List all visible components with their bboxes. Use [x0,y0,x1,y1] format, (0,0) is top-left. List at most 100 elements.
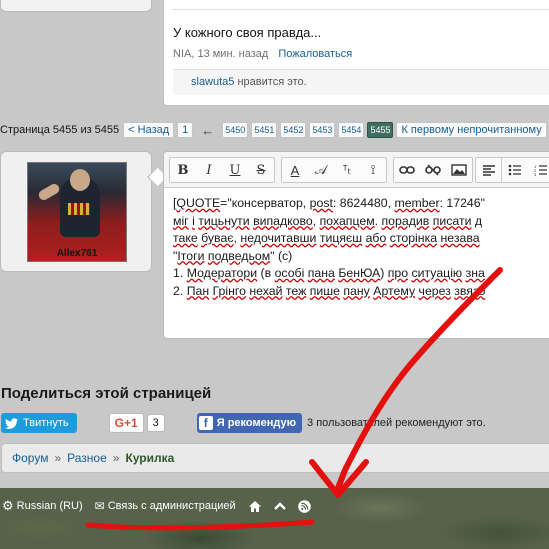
reply-editor[interactable]: B I U S A 𝒜 ᵀₜ ⟟ 1 2 3 [QUOTE="консерват… [163,151,549,339]
page-button[interactable]: 5452 [280,122,307,138]
strikethrough-button[interactable]: S [248,158,274,182]
font-family-icon[interactable]: 𝒜 [308,158,334,182]
avatar-name: Allex761 [56,248,98,259]
contact-link[interactable]: ✉ Связь с администрацией [95,499,236,513]
breadcrumb: Форум » Разное » Курилка [1,443,549,473]
editor-line: "Ітоги подведьом" (с) [173,248,293,263]
language-label: Russian (RU) [16,500,83,512]
misspelled-word: Артему [373,283,416,298]
misspelled-word: тицяєш [319,231,363,245]
image-icon[interactable] [446,158,472,182]
post-divider [172,9,549,10]
misspelled-word: ситуацію [411,266,463,280]
unlink-icon[interactable] [420,158,446,182]
facebook-icon: f [198,416,213,430]
misspelled-word: Ітоги [177,248,205,263]
align-left-icon[interactable] [476,158,502,182]
envelope-icon: ✉ [94,499,105,513]
underline-button[interactable]: U [222,158,248,182]
misspelled-word: зна [465,266,485,280]
breadcrumb-current[interactable]: Курилка [125,451,174,465]
misspelled-word: Грінго [212,283,246,298]
misspelled-word: теж [285,283,307,298]
tweet-button[interactable]: Твитнуть [1,413,77,433]
facebook-count-text: 3 пользователей рекомендуют это. [307,417,486,429]
post-author-time[interactable]: NIA, 13 мин. назад [173,48,268,60]
format-group: B I U S [169,157,275,183]
scroll-top-button[interactable] [273,501,286,511]
gplus-count: 3 [146,414,165,432]
misspelled-word: нехай [249,283,283,298]
page-skip-arrow[interactable]: ← [201,123,214,138]
misspelled-word: недочитавши [240,231,317,245]
current-page: 5455 [367,122,394,138]
breadcrumb-separator: » [54,451,62,465]
contact-label: Связь с администрацией [107,500,236,512]
editor-text[interactable]: [QUOTE="консерватор, post: 8624480, memb… [173,195,549,300]
editor-line: таке буває, недочитавши тицяєш або сторі… [173,231,480,245]
misspelled-word: подведьом [207,248,271,263]
font-color-icon[interactable]: A [282,158,308,182]
chevron-up-icon [273,502,286,510]
bold-button[interactable]: B [170,158,196,182]
avatar-medals [68,203,90,215]
misspelled-word: БенЮА [338,266,381,280]
breadcrumb-forum[interactable]: Форум [12,451,48,465]
page-button[interactable]: 5451 [251,122,278,138]
misspelled-word: особі [274,266,305,280]
likes-user-link[interactable]: slawuta5 [191,76,234,88]
language-chooser[interactable]: ⚙ Russian (RU) [2,498,83,514]
page-label: Страница 5455 из 5455 [0,124,120,136]
rss-icon [297,499,311,513]
text-style-group: A 𝒜 ᵀₜ ⟟ [281,157,387,183]
misspelled-word: через [418,283,451,298]
italic-button[interactable]: I [196,158,222,182]
facebook-recommend-button[interactable]: f Я рекомендую [196,413,303,433]
rss-button[interactable] [297,499,311,513]
gear-icon: ⚙ [2,498,14,513]
page-button[interactable]: 5450 [222,122,249,138]
pagination: Страница 5455 из 5455 < Назад 1 ← 5450 5… [0,121,549,139]
bullet-list-icon[interactable] [502,158,528,182]
misspelled-word: незава [440,231,480,245]
tweet-label: Твитнуть [23,417,69,429]
share-title: Поделиться этой страницей [1,385,212,402]
misspelled-word: тицьнути [198,213,250,228]
page-button[interactable]: 5454 [338,122,365,138]
misspelled-word: д [474,213,483,228]
misspelled-word: Пан [186,283,210,298]
page-button[interactable]: 5453 [309,122,336,138]
gplus-button[interactable]: G+1 [108,413,144,433]
link-icon[interactable] [394,158,420,182]
editor-line: [QUOTE="консерватор, post: 8624480, memb… [173,196,485,210]
avatar[interactable]: Allex761 [27,162,127,262]
previous-post: У кожного своя правда... NIA, 13 мин. на… [163,0,549,106]
home-icon [248,500,261,512]
prev-page-button[interactable]: < Назад [123,122,175,138]
misspelled-word: звязо [454,283,486,298]
misspelled-word: post [309,196,333,210]
report-link[interactable]: Пожаловаться [278,48,352,60]
misspelled-word: випадково [253,213,313,228]
svg-text:3: 3 [534,172,537,176]
editor-line: міг і тицьнути випадково, похапцем. пора… [173,213,483,228]
clear-format-icon[interactable]: ⟟ [360,158,386,182]
previous-avatar-box [0,0,152,12]
post-meta: NIA, 13 мин. назад Пожаловаться [173,48,352,60]
breadcrumb-misc[interactable]: Разное [67,451,107,465]
breadcrumb-separator: » [112,451,120,465]
misspelled-word: member [394,196,440,210]
misspelled-word: писати [432,213,472,228]
numbered-list-icon[interactable]: 123 [528,158,549,182]
home-button[interactable] [248,500,262,513]
avatar-hand [36,182,62,202]
avatar-head [70,169,90,191]
misspelled-word: сторінка [389,231,438,245]
first-unread-button[interactable]: К первому непрочитанному [396,122,547,138]
font-size-icon[interactable]: ᵀₜ [334,158,360,182]
page-1-button[interactable]: 1 [177,122,194,138]
misspelled-word: міг [173,213,189,228]
likes-summary: slawuta5 нравится это. [173,69,549,95]
likes-suffix: нравится это. [234,76,307,88]
misspelled-word: або [365,231,387,245]
